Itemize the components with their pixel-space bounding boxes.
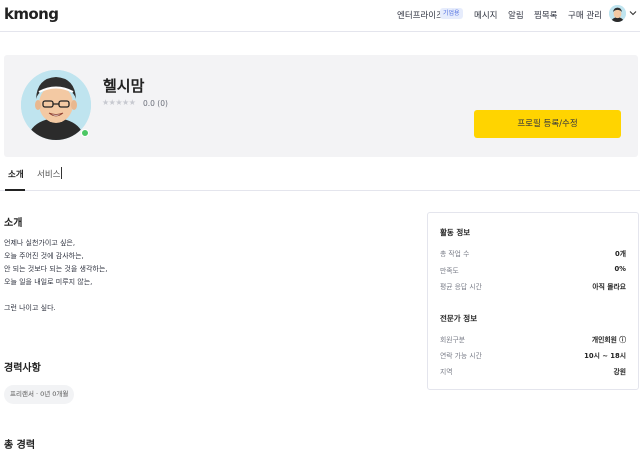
activity-row-value: 0개 — [615, 250, 626, 258]
intro-section-title: 소개 — [4, 218, 23, 229]
activity-row: 만족도 0% — [440, 265, 626, 275]
profile-card: 헬시맘 ★★★★★ 0.0 (0) 프로필 등록/수정 — [4, 55, 638, 157]
expert-info-title: 전문가 정보 — [440, 314, 478, 323]
intro-text: 언제나 실천가이고 싶은, 오늘 주어진 것에 감사하는, 안 되는 것보다 되… — [4, 239, 108, 312]
activity-row-label: 만족도 — [440, 267, 459, 275]
profile-nickname: 헬시맘 — [103, 77, 145, 95]
profile-edit-button[interactable]: 프로필 등록/수정 — [474, 110, 621, 138]
rating-stars-icon: ★★★★★ — [102, 98, 136, 107]
nav-enterprise[interactable]: 엔터프라이즈 — [397, 9, 444, 21]
kmong-logo[interactable]: kmong — [4, 5, 59, 23]
header-avatar-icon[interactable] — [609, 5, 626, 22]
profile-avatar — [21, 70, 91, 140]
expert-row: 회원구분 개인회원 ⓘ — [440, 334, 626, 344]
activity-row: 평균 응답 시간 아직 몰라요 — [440, 281, 626, 291]
expert-row-label: 회원구분 — [440, 336, 466, 344]
activity-row-value: 아직 몰라요 — [592, 283, 626, 291]
nav-purchases[interactable]: 구매 관리 — [568, 9, 602, 21]
career-tag: 프리랜서 · 0년 0개월 — [4, 385, 75, 404]
active-tab-indicator — [5, 189, 25, 191]
top-header: kmong 엔터프라이즈 기업용 메시지 알림 찜목록 구매 관리 — [0, 0, 640, 32]
expert-row-label: 연락 가능 시간 — [440, 352, 482, 360]
chevron-down-icon[interactable] — [629, 10, 637, 16]
text-cursor — [61, 167, 62, 179]
activity-row-label: 평균 응답 시간 — [440, 283, 482, 291]
enterprise-badge: 기업용 — [440, 8, 463, 19]
activity-info-title: 활동 정보 — [440, 228, 471, 237]
activity-row: 총 작업 수 0개 — [440, 248, 626, 258]
activity-row-value: 0% — [614, 265, 626, 273]
tab-service[interactable]: 서비스 — [37, 168, 60, 180]
rating-score: 0.0 (0) — [143, 99, 168, 108]
online-status-dot — [81, 129, 89, 137]
expert-row-value: 강원 — [613, 368, 626, 376]
nav-messages[interactable]: 메시지 — [474, 9, 497, 21]
profile-tabs: 소개 서비스 — [0, 160, 640, 191]
total-career-title: 총 경력 — [4, 440, 36, 451]
expert-row-value: 10시 ~ 18시 — [584, 352, 626, 360]
expert-row: 연락 가능 시간 10시 ~ 18시 — [440, 350, 626, 360]
info-card: 활동 정보 총 작업 수 0개 만족도 0% 평균 응답 시간 아직 몰라요 전… — [427, 212, 639, 390]
nav-favorites[interactable]: 찜목록 — [534, 9, 557, 21]
expert-row-value: 개인회원 ⓘ — [591, 336, 626, 344]
nav-alarm[interactable]: 알림 — [508, 9, 524, 21]
expert-row-label: 지역 — [440, 368, 453, 376]
tab-intro[interactable]: 소개 — [8, 168, 24, 180]
career-section-title: 경력사항 — [4, 363, 41, 374]
expert-row: 지역 강원 — [440, 366, 626, 376]
activity-row-label: 총 작업 수 — [440, 250, 470, 258]
